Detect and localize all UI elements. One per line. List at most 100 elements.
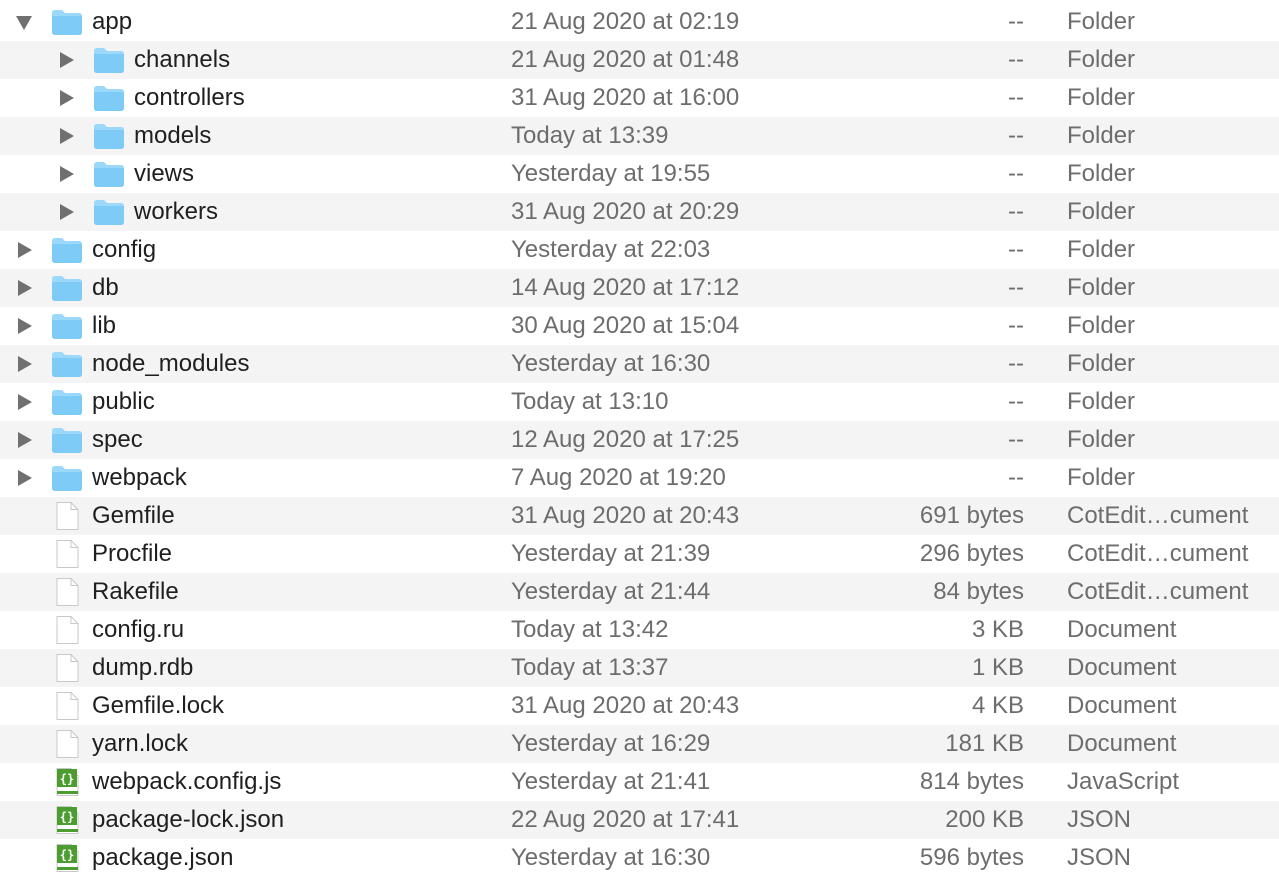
file-size: -- [1008,198,1024,225]
file-row-models[interactable]: models Today at 13:39 -- Folder [0,117,1279,155]
file-list: app 21 Aug 2020 at 02:19 -- Folder chann… [0,3,1279,881]
file-row-webpack[interactable]: webpack 7 Aug 2020 at 19:20 -- Folder [0,459,1279,497]
file-row-controllers[interactable]: controllers 31 Aug 2020 at 16:00 -- Fold… [0,79,1279,117]
document-icon [51,691,83,721]
file-name: app [92,8,133,35]
file-row-app[interactable]: app 21 Aug 2020 at 02:19 -- Folder [0,3,1279,41]
file-row-workers[interactable]: workers 31 Aug 2020 at 20:29 -- Folder [0,193,1279,231]
file-row-lib[interactable]: lib 30 Aug 2020 at 15:04 -- Folder [0,307,1279,345]
file-row-channels[interactable]: channels 21 Aug 2020 at 01:48 -- Folder [0,41,1279,79]
date-modified: Today at 13:37 [511,654,669,681]
disclosure-collapsed-icon[interactable] [18,318,32,334]
file-kind: Folder [1067,274,1136,301]
disclosure-collapsed-icon[interactable] [60,90,74,106]
disclosure-collapsed-icon[interactable] [18,242,32,258]
date-modified: 14 Aug 2020 at 17:12 [511,274,740,301]
disclosure-collapsed-icon[interactable] [60,128,74,144]
file-name: lib [92,312,117,339]
file-row-gemfile[interactable]: Gemfile 31 Aug 2020 at 20:43 691 bytes C… [0,497,1279,535]
file-kind: Document [1067,616,1177,643]
file-name: Rakefile [92,578,179,605]
code-file-icon: {} [51,843,83,873]
disclosure-collapsed-icon[interactable] [18,280,32,296]
file-name: webpack [92,464,187,491]
code-file-icon: {} [51,767,83,797]
file-kind: Folder [1067,8,1136,35]
file-row-rakefile[interactable]: Rakefile Yesterday at 21:44 84 bytes Cot… [0,573,1279,611]
file-name: Procfile [92,540,173,567]
disclosure-collapsed-icon[interactable] [18,470,32,486]
file-kind: Folder [1067,236,1136,263]
file-row-public[interactable]: public Today at 13:10 -- Folder [0,383,1279,421]
file-kind: Document [1067,692,1177,719]
file-name: views [134,160,195,187]
file-name: spec [92,426,143,453]
file-row-package-lock-json[interactable]: {} package-lock.json 22 Aug 2020 at 17:4… [0,801,1279,839]
folder-icon [93,159,125,189]
svg-text:{}: {} [60,848,74,862]
file-kind: CotEdit…cument [1067,502,1249,529]
file-size: -- [1008,388,1024,415]
date-modified: Today at 13:10 [511,388,669,415]
disclosure-collapsed-icon[interactable] [18,432,32,448]
file-kind: Document [1067,730,1177,757]
svg-text:{}: {} [60,772,74,786]
file-row-config[interactable]: config Yesterday at 22:03 -- Folder [0,231,1279,269]
disclosure-collapsed-icon[interactable] [18,394,32,410]
folder-icon [51,7,83,37]
disclosure-collapsed-icon[interactable] [60,52,74,68]
folder-icon [51,463,83,493]
file-row-config-ru[interactable]: config.ru Today at 13:42 3 KB Document [0,611,1279,649]
disclosure-collapsed-icon[interactable] [60,204,74,220]
file-kind: CotEdit…cument [1067,540,1249,567]
folder-icon [93,197,125,227]
svg-text:{}: {} [60,810,74,824]
file-row-db[interactable]: db 14 Aug 2020 at 17:12 -- Folder [0,269,1279,307]
folder-icon [93,121,125,151]
code-file-icon: {} [51,805,83,835]
document-icon [51,539,83,569]
file-size: 691 bytes [919,502,1024,529]
disclosure-collapsed-icon[interactable] [18,356,32,372]
file-kind: CotEdit…cument [1067,578,1249,605]
file-row-spec[interactable]: spec 12 Aug 2020 at 17:25 -- Folder [0,421,1279,459]
file-name: config.ru [92,616,185,643]
folder-icon [51,349,83,379]
file-name: public [92,388,155,415]
file-kind: Folder [1067,388,1136,415]
file-size: -- [1008,312,1024,339]
folder-icon [51,311,83,341]
file-size: -- [1008,426,1024,453]
folder-icon [93,83,125,113]
folder-icon [93,45,125,75]
date-modified: Today at 13:39 [511,122,669,149]
file-row-node-modules[interactable]: node_modules Yesterday at 16:30 -- Folde… [0,345,1279,383]
file-name: Gemfile.lock [92,692,225,719]
file-name: workers [134,198,219,225]
file-row-gemfile-lock[interactable]: Gemfile.lock 31 Aug 2020 at 20:43 4 KB D… [0,687,1279,725]
file-row-dump-rdb[interactable]: dump.rdb Today at 13:37 1 KB Document [0,649,1279,687]
file-name: controllers [134,84,245,111]
date-modified: 31 Aug 2020 at 20:43 [511,502,740,529]
date-modified: Yesterday at 21:41 [511,768,711,795]
file-size: 181 KB [945,730,1024,757]
date-modified: 7 Aug 2020 at 19:20 [511,464,726,491]
file-row-webpack-config-js[interactable]: {} webpack.config.js Yesterday at 21:41 … [0,763,1279,801]
date-modified: Today at 13:42 [511,616,669,643]
disclosure-collapsed-icon[interactable] [60,166,74,182]
file-row-procfile[interactable]: Procfile Yesterday at 21:39 296 bytes Co… [0,535,1279,573]
file-size: -- [1008,122,1024,149]
folder-icon [51,273,83,303]
date-modified: Yesterday at 19:55 [511,160,711,187]
file-row-yarn-lock[interactable]: yarn.lock Yesterday at 16:29 181 KB Docu… [0,725,1279,763]
date-modified: 21 Aug 2020 at 02:19 [511,8,740,35]
file-size: 296 bytes [919,540,1024,567]
disclosure-expanded-icon[interactable] [16,16,32,30]
file-name: package.json [92,844,234,871]
document-icon [51,501,83,531]
file-row-views[interactable]: views Yesterday at 19:55 -- Folder [0,155,1279,193]
file-name: config [92,236,157,263]
file-row-package-json[interactable]: {} package.json Yesterday at 16:30 596 b… [0,839,1279,877]
date-modified: 12 Aug 2020 at 17:25 [511,426,740,453]
file-kind: Folder [1067,464,1136,491]
